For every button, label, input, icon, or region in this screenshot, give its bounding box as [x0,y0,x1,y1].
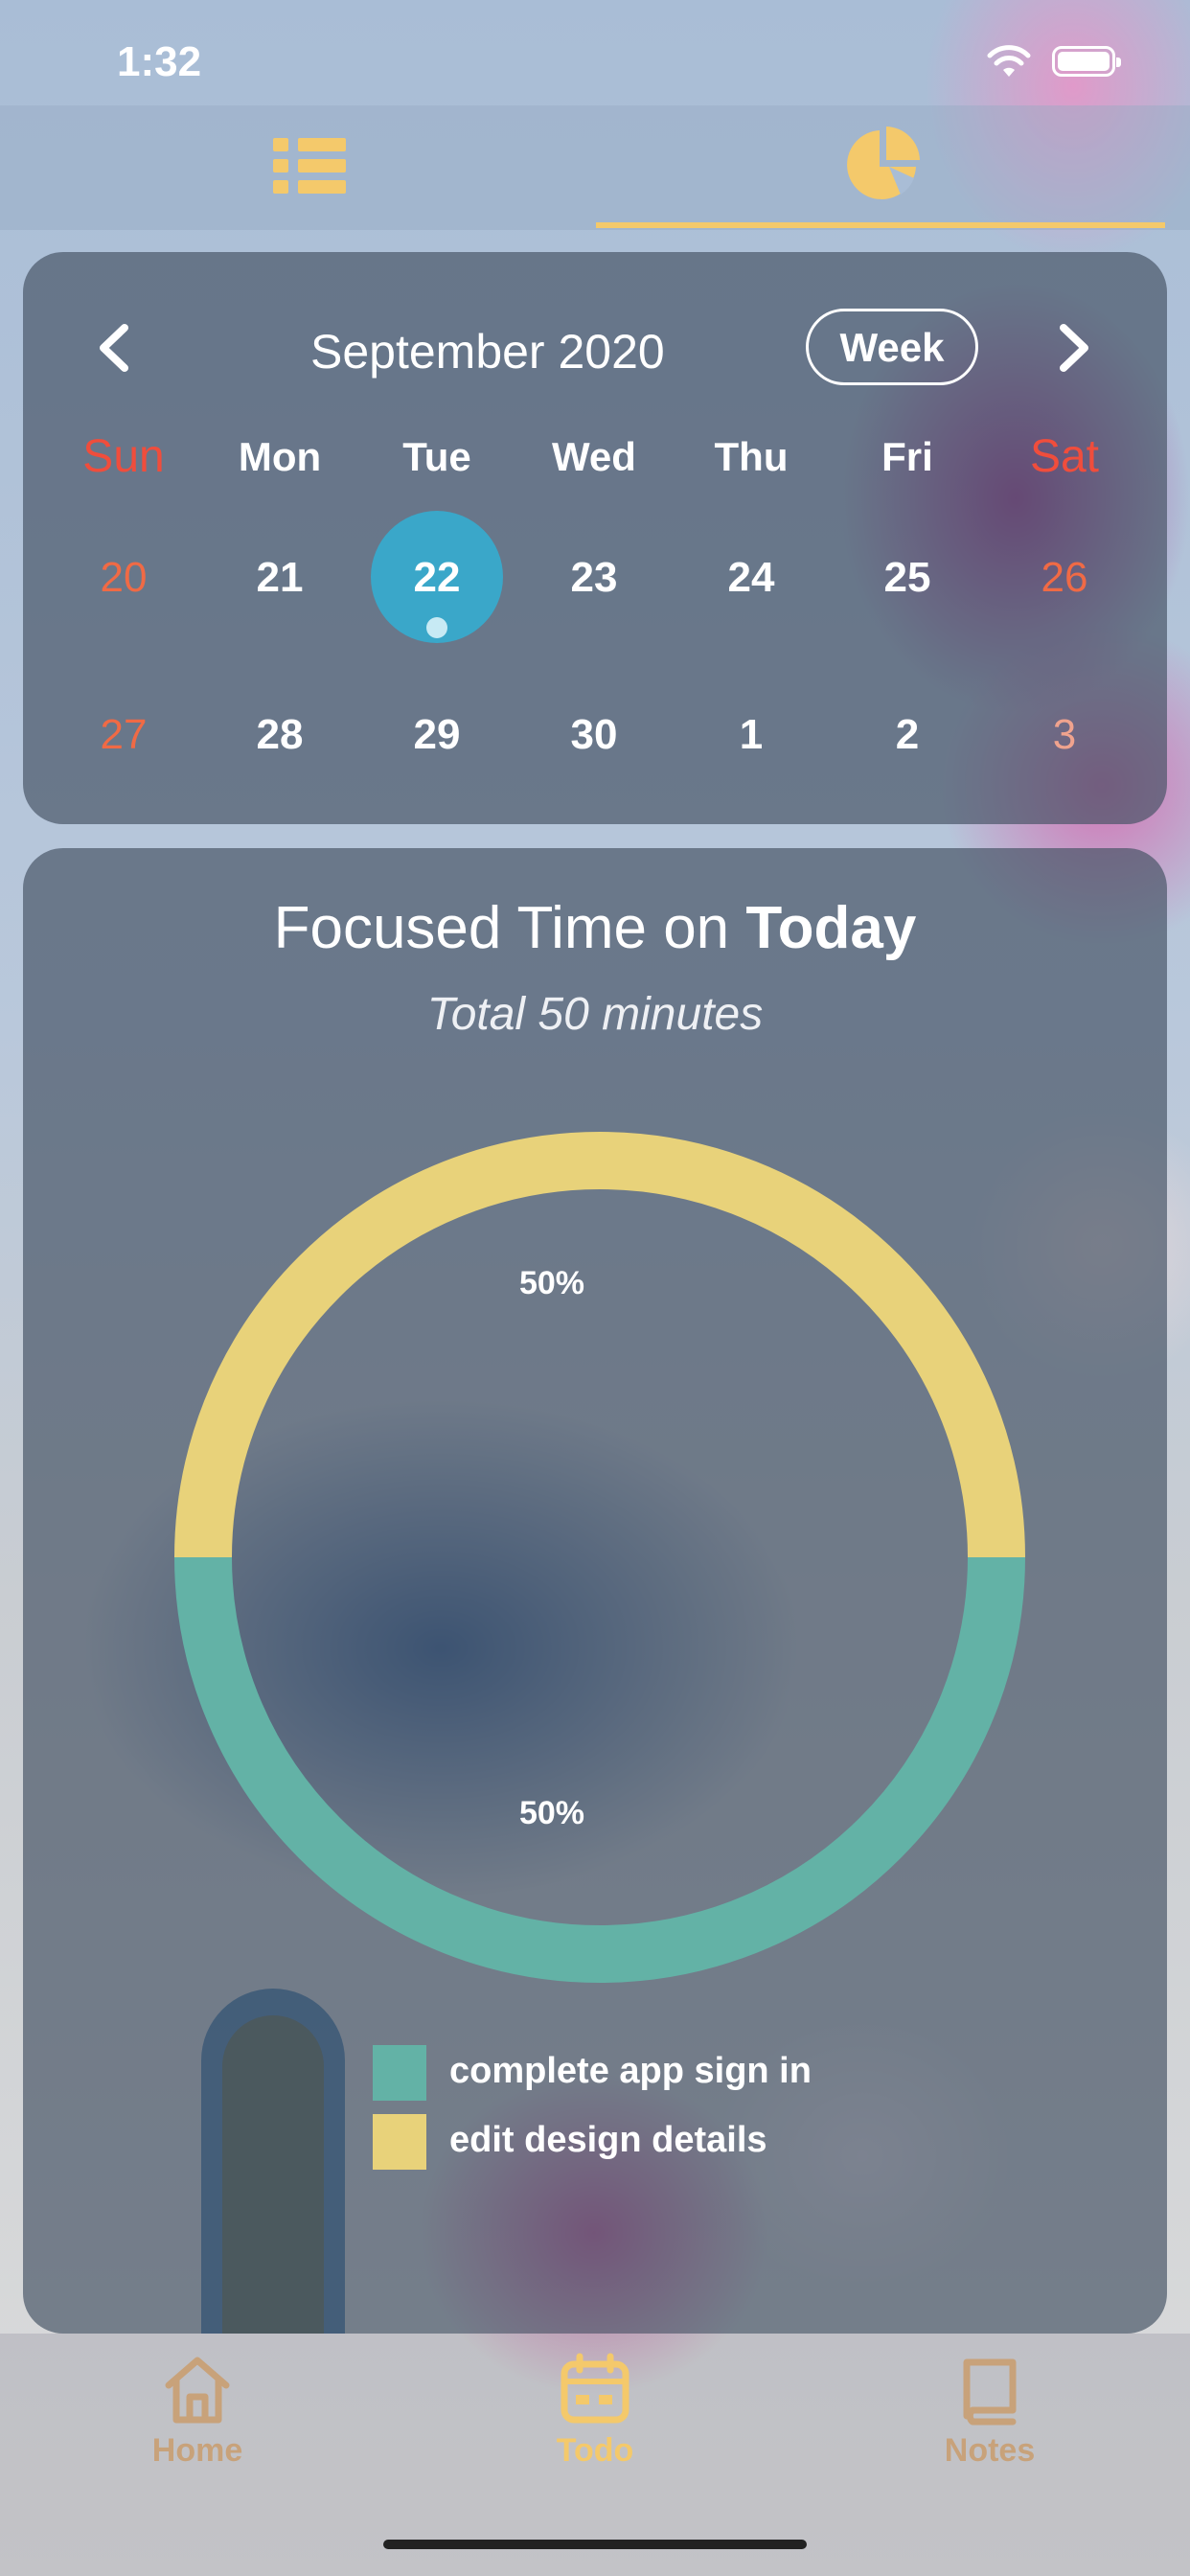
month-label: September 2020 [310,325,665,379]
home-indicator [383,2540,807,2549]
donut-slice [174,1132,1025,1558]
legend-swatch [373,2114,426,2170]
weekday-label: Sat [1029,431,1100,482]
tab-todo[interactable]: Todo [499,2353,691,2470]
calendar-day[interactable]: 3 [988,668,1141,802]
focus-title-emphasis: Today [745,895,917,961]
tab-home[interactable]: Home [102,2353,293,2470]
calendar-icon [561,2353,629,2424]
list-view-tab[interactable] [263,125,355,201]
calendar-card: September 2020 Week Sun Mon Tue Wed Thu … [23,252,1167,824]
battery-icon [1052,46,1121,77]
focus-subtitle: Total 50 minutes [426,989,764,1040]
weekday-label: Tue [402,434,471,479]
calendar-header: September 2020 Week [23,305,1167,391]
calendar-day[interactable]: 29 [360,668,514,802]
active-tab-indicator [596,222,1165,228]
tab-notes-label: Notes [944,2432,1036,2469]
calendar-day[interactable]: 2 [831,668,984,802]
legend-swatch [373,2045,426,2101]
home-icon [165,2357,230,2424]
book-icon [963,2358,1017,2426]
calendar-day[interactable]: 25 [831,511,984,645]
donut-slice [174,1556,1025,1983]
calendar-day[interactable]: 21 [203,511,356,645]
calendar-day[interactable]: 23 [517,511,671,645]
slice-value-label: 50% [518,1795,585,1831]
wifi-icon [987,45,1031,77]
weekday-label: Fri [881,434,933,479]
calendar-day[interactable]: 1 [675,668,828,802]
chevron-left-icon[interactable] [90,322,142,374]
tab-home-label: Home [151,2432,243,2469]
calendar-grid: 20 21 22 23 24 25 26 27 28 29 30 1 2 3 [23,511,1167,827]
weekday-label: Wed [552,434,636,479]
calendar-day[interactable]: 20 [47,511,200,645]
pie-chart-icon[interactable] [841,123,924,205]
calendar-day[interactable]: 26 [988,511,1141,645]
legend-label: complete app sign in [449,2051,812,2091]
calendar-day[interactable]: 28 [203,668,356,802]
focus-title: Focused Time on Today [23,894,1167,962]
top-nav [0,105,1190,230]
slice-value-label: 50% [518,1265,585,1301]
focus-donut-chart [174,1132,1025,1983]
tab-notes[interactable]: Notes [894,2353,1086,2470]
legend-label: edit design details [449,2120,767,2160]
tab-todo-label: Todo [556,2432,634,2469]
calendar-day[interactable]: 27 [47,668,200,802]
week-view-button[interactable]: Week [806,309,978,385]
weekday-label: Thu [714,434,789,479]
chevron-right-icon[interactable] [1046,322,1098,374]
calendar-day[interactable]: 24 [675,511,828,645]
calendar-day[interactable]: 30 [517,668,671,802]
app-screen: 1:32 September 2020 Week Sun Mon Tue Wed… [0,0,1190,2576]
status-time: 1:32 [117,38,202,85]
weekday-label: Sun [82,431,165,482]
calendar-day-selected[interactable]: 22 [360,511,514,645]
weekday-header: Sun Mon Tue Wed Thu Fri Sat [23,431,1167,492]
focus-title-prefix: Focused Time on [273,895,730,961]
weekday-label: Mon [238,434,322,479]
focus-card: Focused Time on Today Total 50 minutes 5… [23,848,1167,2334]
